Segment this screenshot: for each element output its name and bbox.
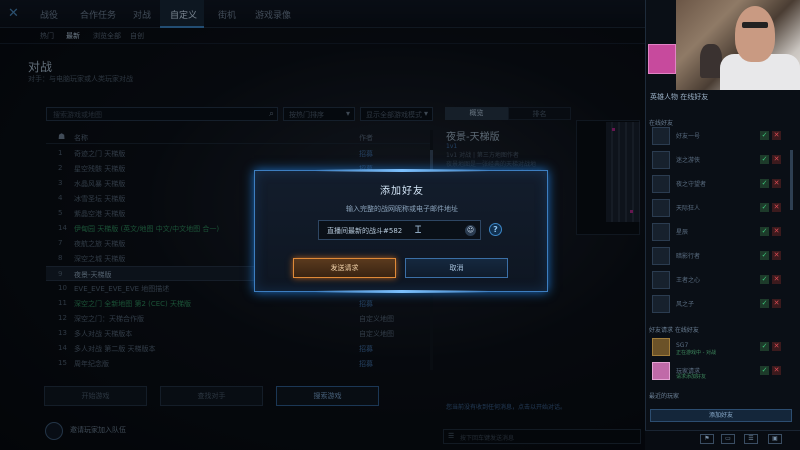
add-friend-button[interactable]: 添加好友 [650,409,792,422]
send-request-button[interactable]: 发送请求 [293,258,396,278]
friend-portrait [652,151,670,169]
accept-icon[interactable]: ✓ [760,251,769,260]
accept-icon[interactable]: ✓ [760,155,769,164]
webcam-streamer-glasses [742,22,768,28]
dialog-title: 添加好友 [380,186,424,197]
decline-icon[interactable]: ✕ [772,299,781,308]
friend-name: 暗影行者 [676,253,701,260]
cancel-button[interactable]: 取消 [405,258,508,278]
group-icon[interactable]: ☰ [744,434,758,444]
dialog-top-glow [315,169,489,172]
screen-icon[interactable]: ▣ [768,434,782,444]
friend-item[interactable]: 王者之心 ✓ ✕ [650,269,790,291]
friend-portrait [652,223,670,241]
friend-item[interactable]: 星辰 ✓ ✕ [650,221,790,243]
friend-item[interactable]: 暗影行者 ✓ ✕ [650,245,790,267]
friend-portrait [652,271,670,289]
avatar[interactable] [648,44,676,74]
friend-portrait [652,127,670,145]
emoji-icon[interactable]: ☺ [465,225,476,236]
decline-icon[interactable]: ✕ [772,227,781,236]
chat-window-icon[interactable]: ▭ [721,434,735,444]
decline-icon[interactable]: ✕ [772,203,781,212]
friend-portrait [652,199,670,217]
decline-icon[interactable]: ✕ [772,275,781,284]
friend-status: 正在游戏中 - 对战 [676,350,716,356]
friend-name: 天际狂人 [676,205,701,212]
friends-scrollbar[interactable] [790,150,793,210]
friend-status: 请求添加好友 [676,374,707,380]
notification-icon[interactable]: ⚑ [700,434,714,444]
battletag-value: 直播间最新的战斗#582 [327,227,403,235]
decline-icon[interactable]: ✕ [772,251,781,260]
decline-icon[interactable]: ✕ [772,155,781,164]
accept-icon[interactable]: ✓ [760,275,769,284]
friend-portrait [652,338,670,356]
friend-portrait [652,295,670,313]
battletag-input[interactable]: 直播间最新的战斗#582 Ꮖ ☺ [318,220,481,240]
friend-name: 王者之心 [676,277,701,284]
friend-item[interactable]: 迷之游侠 ✓ ✕ [650,149,790,171]
webcam-streamer [735,6,775,62]
friend-item[interactable]: 好友一号 ✓ ✕ [650,125,790,147]
text-cursor-icon: Ꮖ [415,225,422,236]
accept-icon[interactable]: ✓ [760,366,769,375]
section-requests: 好友请求 在线好友 [649,327,699,334]
accept-icon[interactable]: ✓ [760,299,769,308]
help-icon[interactable]: ? [489,223,502,236]
decline-icon[interactable]: ✕ [772,342,781,351]
friend-request-item[interactable]: 玩家请求 请求添加好友 ✓ ✕ [650,360,790,382]
friend-name: 好友一号 [676,133,701,140]
friend-name: SG7 [676,342,689,349]
friend-portrait [652,175,670,193]
friend-item[interactable]: 天际狂人 ✓ ✕ [650,197,790,219]
friend-item[interactable]: 风之子 ✓ ✕ [650,293,790,315]
section-recent: 最近的玩家 [649,393,680,400]
friend-portrait [652,247,670,265]
friend-portrait [652,362,670,380]
webcam-background-person [700,44,722,78]
accept-icon[interactable]: ✓ [760,227,769,236]
friend-item[interactable]: 夜之守望者 ✓ ✕ [650,173,790,195]
friend-name: 迷之游侠 [676,157,701,164]
decline-icon[interactable]: ✕ [772,366,781,375]
dialog-prompt: 输入完整的战网昵称或电子邮件地址 [346,205,458,213]
friends-header: 英雄人物 在线好友 [650,93,709,101]
accept-icon[interactable]: ✓ [760,179,769,188]
friend-name: 风之子 [676,301,695,308]
accept-icon[interactable]: ✓ [760,342,769,351]
friend-name: 星辰 [676,229,689,236]
accept-icon[interactable]: ✓ [760,131,769,140]
decline-icon[interactable]: ✕ [772,179,781,188]
add-friend-dialog: 添加好友 输入完整的战网昵称或电子邮件地址 直播间最新的战斗#582 Ꮖ ☺ ?… [254,169,548,293]
friend-name: 夜之守望者 [676,181,707,188]
friend-request-item[interactable]: SG7 正在游戏中 - 对战 ✓ ✕ [650,336,790,358]
dialog-bottom-glow [315,290,489,293]
accept-icon[interactable]: ✓ [760,203,769,212]
decline-icon[interactable]: ✕ [772,131,781,140]
